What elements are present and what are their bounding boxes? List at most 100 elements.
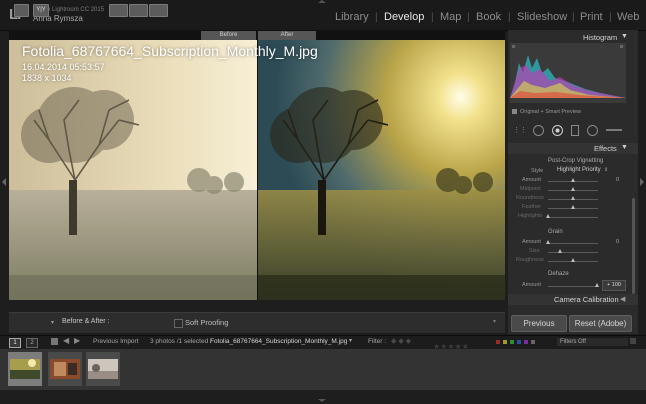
filter-lock-icon[interactable] bbox=[630, 338, 636, 344]
filmstrip-source[interactable]: Previous Import bbox=[93, 338, 139, 345]
slider-label: Amount bbox=[522, 239, 541, 245]
module-develop[interactable]: Develop bbox=[384, 11, 424, 23]
previous-button[interactable]: Previous bbox=[511, 315, 567, 332]
module-library[interactable]: Library bbox=[335, 11, 369, 23]
no-label-filter-icon[interactable] bbox=[531, 340, 535, 344]
dehaze-amount-label: Amount bbox=[522, 282, 541, 288]
left-panel-toggle-icon[interactable] bbox=[2, 178, 6, 186]
red-label-filter-icon[interactable] bbox=[496, 340, 500, 344]
flag-filter-icon[interactable]: ◆ ◆ ◆ bbox=[391, 337, 411, 345]
module-print[interactable]: Print bbox=[580, 11, 603, 23]
histogram-title[interactable]: Histogram bbox=[583, 33, 617, 42]
copy-before-to-after-button[interactable] bbox=[109, 4, 128, 17]
blue-label-filter-icon[interactable] bbox=[517, 340, 521, 344]
purple-label-filter-icon[interactable] bbox=[524, 340, 528, 344]
dropdown-arrows-icon[interactable]: ⇕ bbox=[604, 167, 608, 173]
selected-filename[interactable]: Fotolia_68767664_Subscription_Monthly_M.… bbox=[210, 338, 347, 345]
filmstrip-thumbnail[interactable] bbox=[8, 352, 42, 386]
filename-dropdown-icon[interactable]: ▾ bbox=[349, 337, 352, 344]
slider-label: Midpoint bbox=[520, 186, 541, 192]
radial-filter-icon[interactable] bbox=[587, 125, 598, 136]
filmstrip-thumbnail[interactable] bbox=[48, 352, 82, 386]
swap-before-after-button[interactable] bbox=[149, 4, 168, 17]
module-web[interactable]: Web bbox=[617, 11, 639, 23]
photo-filename: Fotolia_68767664_Subscription_Monthly_M.… bbox=[22, 43, 318, 59]
bottom-panel-toggle-icon[interactable] bbox=[318, 399, 326, 402]
vignette-roundness-slider-thumb[interactable] bbox=[571, 196, 575, 200]
slider-track[interactable] bbox=[548, 217, 598, 218]
yellow-label-filter-icon[interactable] bbox=[503, 340, 507, 344]
before-after-label: Before & After : bbox=[62, 318, 110, 325]
vignette-highlights-slider-thumb[interactable] bbox=[546, 214, 550, 218]
back-arrow-icon[interactable]: ◀ bbox=[63, 336, 69, 345]
vignette-midpoint-slider-thumb[interactable] bbox=[571, 187, 575, 191]
grid-overlay-icon[interactable]: ⋮⋮ bbox=[513, 126, 527, 134]
reset-button[interactable]: Reset (Adobe) bbox=[569, 315, 632, 332]
module-divider: | bbox=[375, 12, 378, 23]
grain-size-slider-thumb[interactable] bbox=[558, 249, 562, 253]
filters-dropdown[interactable]: Filters Off bbox=[557, 338, 628, 346]
forward-arrow-icon[interactable]: ▶ bbox=[74, 336, 80, 345]
slider-value[interactable]: 0 bbox=[616, 177, 619, 183]
grain-roughness-slider-thumb[interactable] bbox=[571, 258, 575, 262]
effects-header[interactable] bbox=[508, 143, 638, 154]
photo-dimensions: 1838 x 1034 bbox=[22, 73, 72, 83]
module-divider: | bbox=[609, 12, 612, 23]
soft-proofing-checkbox[interactable] bbox=[174, 319, 183, 328]
before-after-view-button[interactable]: Y|Y bbox=[33, 4, 49, 17]
top-panel-toggle-icon[interactable] bbox=[318, 0, 326, 3]
highlight-clipping-icon[interactable] bbox=[620, 45, 623, 48]
post-crop-vignetting-title: Post-Crop Vignetting bbox=[548, 158, 604, 164]
histogram-collapse-icon[interactable]: ▼ bbox=[621, 33, 628, 40]
graduated-filter-icon[interactable] bbox=[571, 125, 579, 136]
soft-proofing-label: Soft Proofing bbox=[185, 318, 229, 327]
dehaze-amount-slider-thumb[interactable] bbox=[595, 283, 599, 287]
grid-view-icon[interactable] bbox=[51, 338, 58, 345]
right-panel-scrollbar[interactable] bbox=[632, 198, 635, 294]
after-label: After bbox=[258, 31, 316, 40]
slider-label: Size bbox=[529, 248, 540, 254]
effects-title[interactable]: Effects bbox=[594, 144, 617, 153]
slider-label: Roughness bbox=[516, 257, 544, 263]
grain-amount-slider-thumb[interactable] bbox=[546, 240, 550, 244]
slider-label: Highlights bbox=[518, 213, 543, 219]
module-map[interactable]: Map bbox=[440, 11, 461, 23]
green-label-filter-icon[interactable] bbox=[510, 340, 514, 344]
module-divider: | bbox=[431, 12, 434, 23]
vignette-style-dropdown[interactable]: Highlight Priority bbox=[557, 167, 601, 173]
slider-label: Amount bbox=[522, 177, 541, 183]
filmstrip-thumbnail[interactable] bbox=[86, 352, 120, 386]
preview-label: Original + Smart Preview bbox=[520, 109, 581, 115]
module-book[interactable]: Book bbox=[476, 11, 501, 23]
spot-removal-icon[interactable] bbox=[552, 125, 563, 136]
view-mode-dropdown-icon[interactable]: ▾ bbox=[51, 319, 54, 326]
module-slideshow[interactable]: Slideshow bbox=[517, 11, 567, 23]
shadow-clipping-icon[interactable] bbox=[512, 45, 515, 48]
adjustment-brush-icon[interactable] bbox=[606, 129, 622, 131]
copy-after-to-before-button[interactable] bbox=[129, 4, 148, 17]
vignette-amount-slider-thumb[interactable] bbox=[571, 178, 575, 182]
effects-collapse-icon[interactable]: ▼ bbox=[621, 144, 628, 151]
main-screen-button[interactable]: 1 bbox=[9, 338, 21, 348]
right-panel-toggle-icon[interactable] bbox=[640, 178, 644, 186]
grain-title: Grain bbox=[548, 229, 563, 235]
after-image bbox=[258, 40, 505, 300]
dehaze-slider-track[interactable] bbox=[548, 286, 598, 287]
dehaze-amount-value[interactable]: + 100 bbox=[602, 280, 626, 291]
slider-track[interactable] bbox=[548, 252, 598, 253]
vignette-style-label: Style bbox=[531, 168, 544, 174]
slider-track[interactable] bbox=[548, 243, 598, 244]
photo-count: 3 photos /1 selected / bbox=[150, 338, 212, 345]
secondary-screen-button[interactable]: 2 bbox=[26, 338, 38, 348]
module-divider: | bbox=[467, 12, 470, 23]
vignette-feather-slider-thumb[interactable] bbox=[571, 205, 575, 209]
slider-value[interactable]: 0 bbox=[616, 239, 619, 245]
camera-calibration-title[interactable]: Camera Calibration bbox=[554, 295, 619, 304]
loupe-view-button[interactable] bbox=[14, 4, 29, 17]
slider-label: Feather bbox=[522, 204, 541, 210]
module-divider: | bbox=[508, 12, 511, 23]
crop-tool-icon[interactable] bbox=[533, 125, 544, 136]
camera-calibration-expand-icon[interactable]: ◀ bbox=[620, 295, 625, 303]
filter-label: Filter : bbox=[368, 338, 387, 345]
toolbar-menu-icon[interactable]: ▾ bbox=[493, 318, 496, 325]
